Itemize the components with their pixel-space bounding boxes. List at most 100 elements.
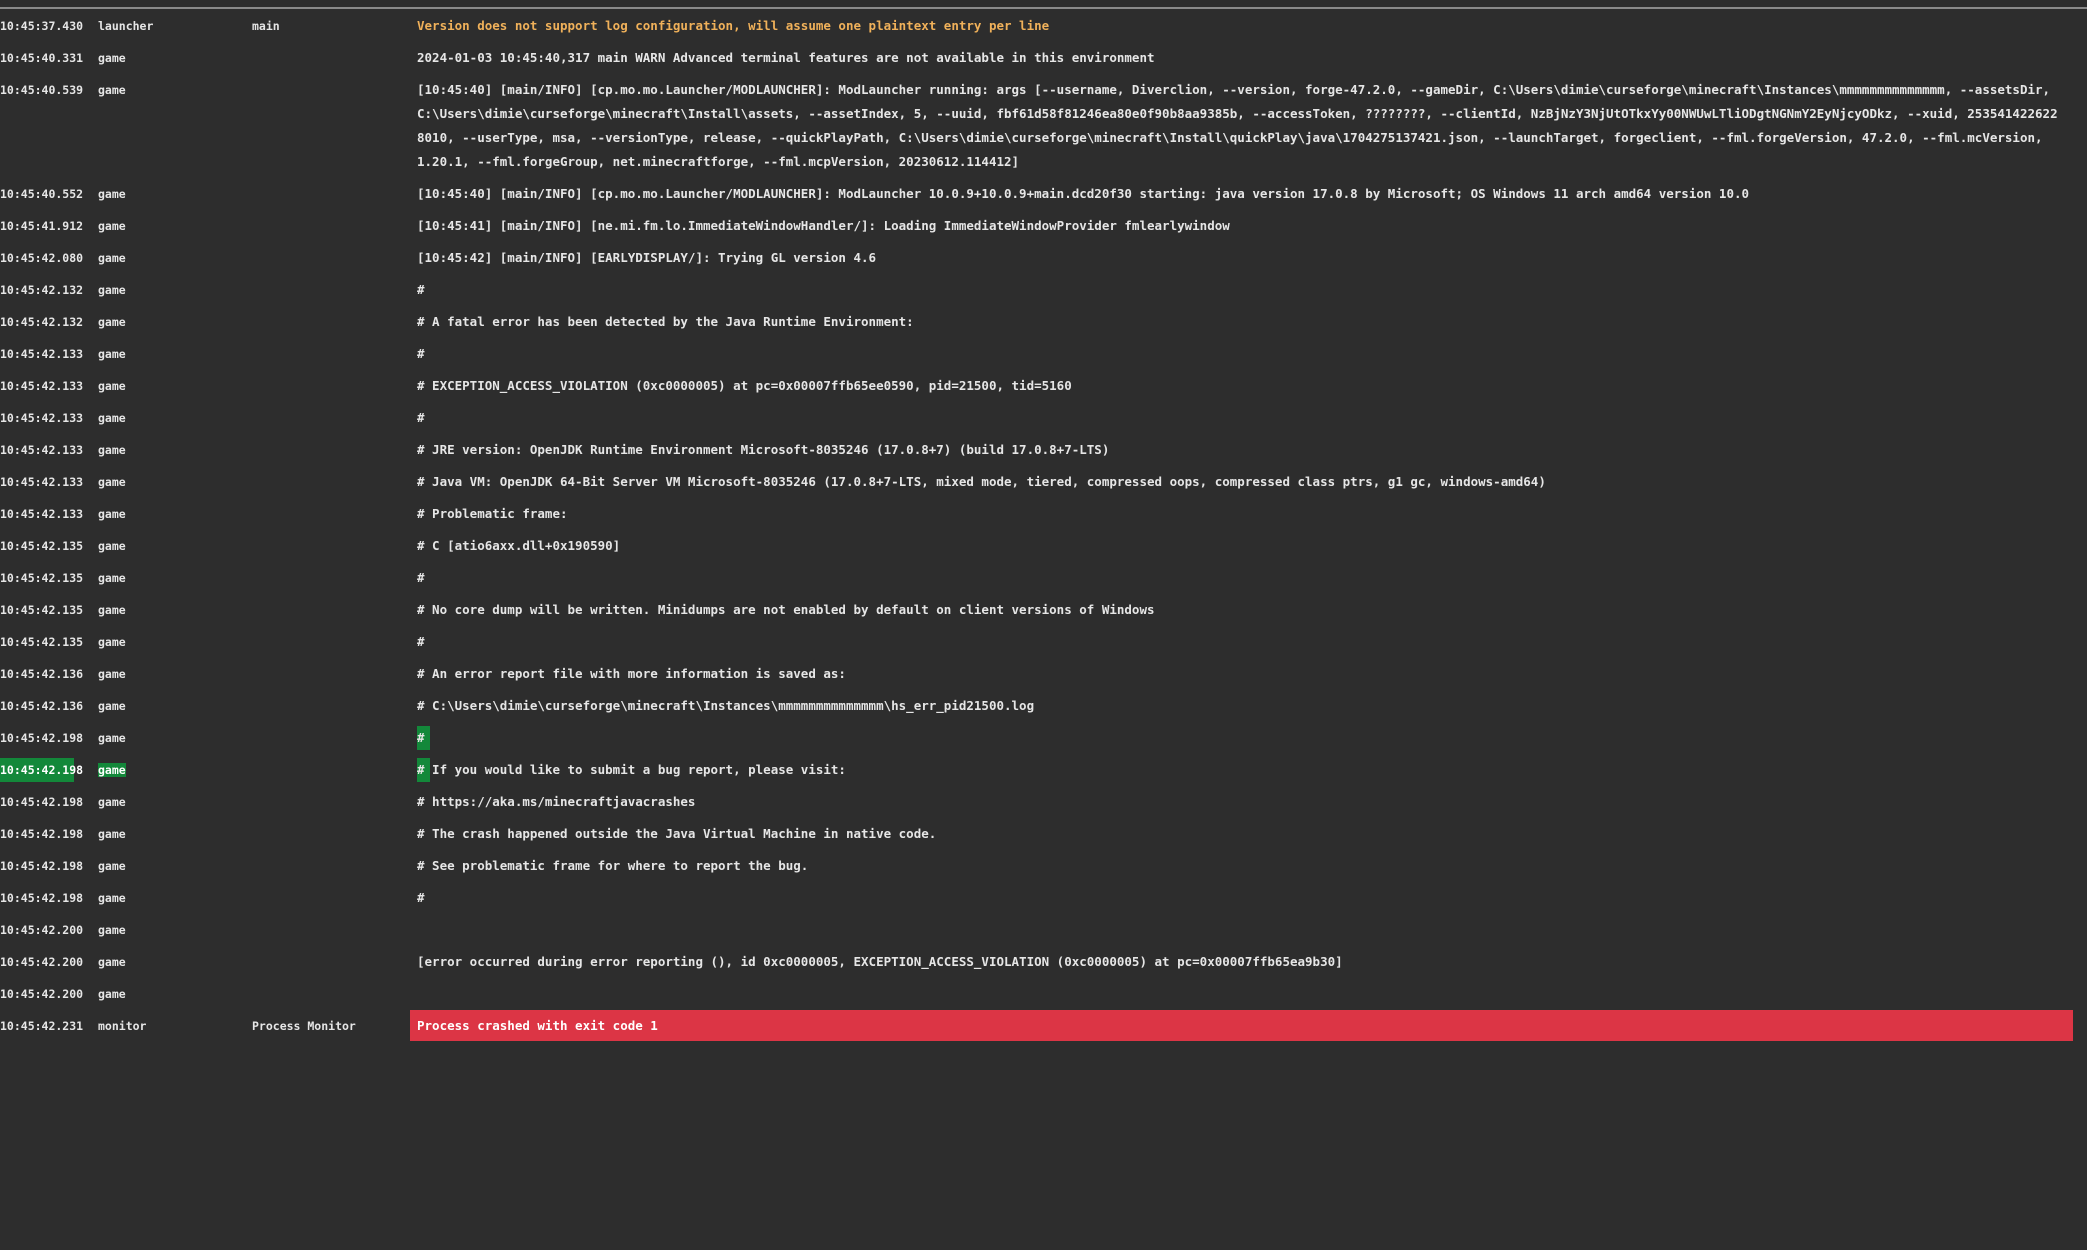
log-message: [10:45:40] [main/INFO] [cp.mo.mo.Launche…: [417, 186, 1750, 201]
log-message: # No core dump will be written. Minidump…: [417, 602, 1155, 617]
log-source: game: [98, 347, 126, 361]
log-row[interactable]: 10:45:42.200 game: [0, 918, 2087, 942]
log-source: game: [98, 699, 126, 713]
log-timestamp: 10:45:42.198: [0, 891, 84, 905]
log-thread: main: [252, 19, 280, 33]
log-message: #: [417, 570, 425, 585]
log-timestamp: 10:45:42.198: [0, 731, 84, 745]
log-source: game: [98, 859, 126, 873]
log-row[interactable]: 10:45:42.133 game # Problematic frame:: [0, 502, 2087, 526]
log-row[interactable]: 10:45:40.539 game [10:45:40] [main/INFO]…: [0, 78, 2087, 174]
log-source: game: [98, 987, 126, 1001]
log-source: game: [98, 507, 126, 521]
log-row[interactable]: 10:45:42.135 game #: [0, 630, 2087, 654]
log-message: #: [417, 634, 425, 649]
log-row[interactable]: 10:45:42.198 game # See problematic fram…: [0, 854, 2087, 878]
log-timestamp: 10:45:42.135: [0, 603, 84, 617]
log-source: game: [98, 923, 126, 937]
log-timestamp: 10:45:42.135: [0, 539, 84, 553]
log-message: [error occurred during error reporting (…: [417, 954, 1343, 969]
log-message: #: [417, 410, 425, 425]
log-timestamp: 10:45:42.198: [0, 758, 83, 782]
log-row[interactable]: 10:45:42.080 game [10:45:42] [main/INFO]…: [0, 246, 2087, 270]
log-row[interactable]: 10:45:42.198 game #: [0, 726, 2087, 750]
log-source: game: [98, 251, 126, 265]
log-row[interactable]: 10:45:42.133 game #: [0, 342, 2087, 366]
log-message: # An error report file with more informa…: [417, 666, 846, 681]
log-source: game: [98, 219, 126, 233]
log-source: game: [98, 187, 126, 201]
log-message: #: [417, 890, 425, 905]
log-row[interactable]: 10:45:42.200 game: [0, 982, 2087, 1006]
log-timestamp: 10:45:42.198: [0, 859, 84, 873]
log-timestamp: 10:45:42.198: [0, 827, 84, 841]
log-timestamp: 10:45:42.136: [0, 667, 84, 681]
log-source: game: [98, 83, 126, 97]
log-message: # Java VM: OpenJDK 64-Bit Server VM Micr…: [417, 474, 1546, 489]
log-source: game: [98, 475, 126, 489]
log-message: #: [417, 282, 425, 297]
log-row[interactable]: 10:45:42.133 game # Java VM: OpenJDK 64-…: [0, 470, 2087, 494]
log-source: game: [98, 315, 126, 329]
log-timestamp: 10:45:42.135: [0, 571, 84, 585]
log-row[interactable]: 10:45:42.132 game #: [0, 278, 2087, 302]
log-row[interactable]: 10:45:42.198 game # https://aka.ms/minec…: [0, 790, 2087, 814]
log-source: game: [98, 891, 126, 905]
log-timestamp: 10:45:40.331: [0, 51, 84, 65]
log-row[interactable]: 10:45:42.198 game # The crash happened o…: [0, 822, 2087, 846]
log-source: monitor: [98, 1019, 147, 1033]
log-message: # A fatal error has been detected by the…: [417, 314, 914, 329]
log-view[interactable]: 10:45:37.430 launcher main Version does …: [0, 14, 2087, 1250]
log-message: # C [atio6axx.dll+0x190590]: [417, 538, 621, 553]
log-thread: Process Monitor: [252, 1019, 356, 1033]
log-source: game: [98, 827, 126, 841]
log-row[interactable]: 10:45:42.135 game # No core dump will be…: [0, 598, 2087, 622]
log-source: launcher: [98, 19, 154, 33]
log-row[interactable]: 10:45:42.200 game [error occurred during…: [0, 950, 2087, 974]
log-timestamp: 10:45:42.133: [0, 507, 84, 521]
log-timestamp: 10:45:42.132: [0, 315, 84, 329]
log-row[interactable]: 10:45:42.133 game # EXCEPTION_ACCESS_VIO…: [0, 374, 2087, 398]
log-message: #: [417, 730, 425, 745]
log-message: # https://aka.ms/minecraftjavacrashes: [417, 794, 696, 809]
log-row[interactable]: 10:45:41.912 game [10:45:41] [main/INFO]…: [0, 214, 2087, 238]
log-timestamp: 10:45:42.133: [0, 411, 84, 425]
log-timestamp: 10:45:42.133: [0, 443, 84, 457]
log-row[interactable]: 10:45:42.136 game # An error report file…: [0, 662, 2087, 686]
log-source: game: [98, 667, 126, 681]
log-row[interactable]: 10:45:42.135 game #: [0, 566, 2087, 590]
log-source: game: [98, 635, 126, 649]
log-row[interactable]: 10:45:42.132 game # A fatal error has be…: [0, 310, 2087, 334]
log-timestamp: 10:45:41.912: [0, 219, 84, 233]
log-timestamp: 10:45:42.080: [0, 251, 84, 265]
log-timestamp: 10:45:42.200: [0, 923, 84, 937]
log-row-error[interactable]: 10:45:42.231 monitor Process Monitor Pro…: [0, 1010, 2087, 1041]
log-source: game: [98, 411, 126, 425]
log-row[interactable]: 10:45:42.133 game #: [0, 406, 2087, 430]
log-row[interactable]: 10:45:42.133 game # JRE version: OpenJDK…: [0, 438, 2087, 462]
log-source: game: [98, 51, 126, 65]
log-timestamp: 10:45:42.200: [0, 955, 84, 969]
log-message: [10:45:41] [main/INFO] [ne.mi.fm.lo.Imme…: [417, 218, 1230, 233]
log-source: game: [98, 795, 126, 809]
log-source: game: [98, 731, 126, 745]
log-row[interactable]: 10:45:40.331 game 2024-01-03 10:45:40,31…: [0, 46, 2087, 70]
log-timestamp: 10:45:42.200: [0, 987, 84, 1001]
log-message: # EXCEPTION_ACCESS_VIOLATION (0xc0000005…: [417, 378, 1072, 393]
log-message: 2024-01-03 10:45:40,317 main WARN Advanc…: [417, 50, 1155, 65]
log-message: # JRE version: OpenJDK Runtime Environme…: [417, 442, 1110, 457]
log-row[interactable]: 10:45:42.135 game # C [atio6axx.dll+0x19…: [0, 534, 2087, 558]
log-source: game: [98, 379, 126, 393]
log-row[interactable]: 10:45:42.198 game #: [0, 886, 2087, 910]
log-row[interactable]: 10:45:37.430 launcher main Version does …: [0, 14, 2087, 38]
log-message: # If you would like to submit a bug repo…: [417, 762, 846, 777]
log-timestamp: 10:45:42.133: [0, 379, 84, 393]
log-timestamp: 10:45:40.552: [0, 187, 84, 201]
log-source: game: [98, 571, 126, 585]
log-timestamp: 10:45:42.231: [0, 1019, 84, 1033]
log-row-selected[interactable]: 10:45:42.198 game # If you would like to…: [0, 758, 2087, 782]
log-message: #: [417, 346, 425, 361]
log-row[interactable]: 10:45:40.552 game [10:45:40] [main/INFO]…: [0, 182, 2087, 206]
log-timestamp: 10:45:42.198: [0, 795, 84, 809]
log-row[interactable]: 10:45:42.136 game # C:\Users\dimie\curse…: [0, 694, 2087, 718]
